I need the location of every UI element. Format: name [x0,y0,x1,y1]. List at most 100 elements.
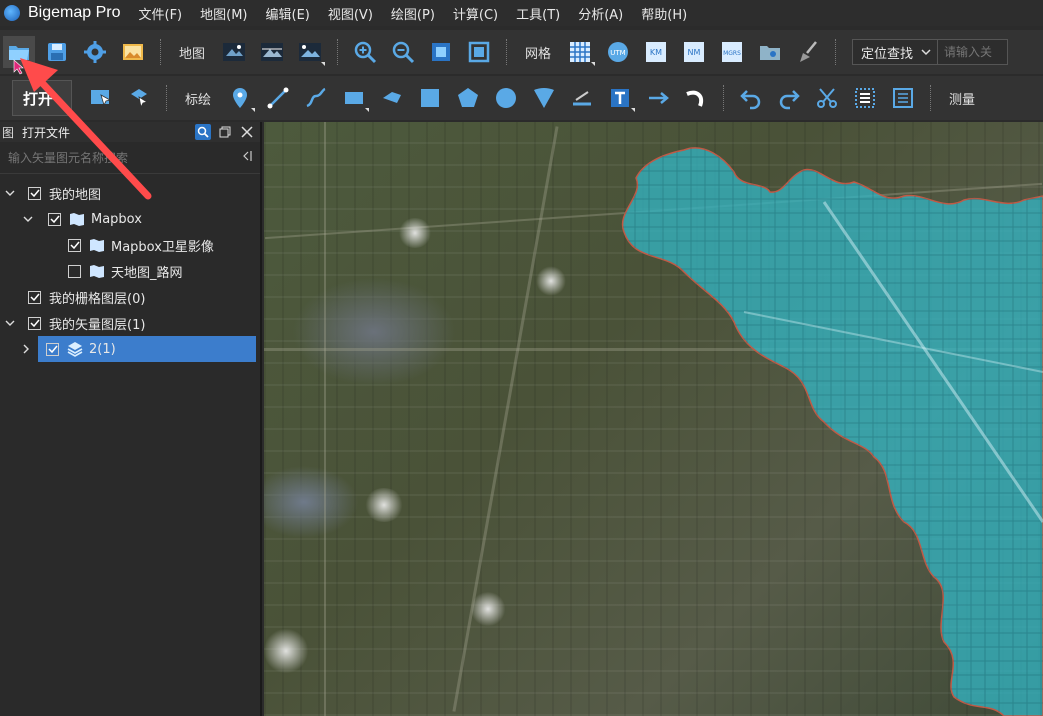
map-source-button[interactable] [294,36,326,68]
draw-arrow-button[interactable] [642,82,674,114]
title-bar: Bigemap Pro 文件(F) 地图(M) 编辑(E) 视图(V) 绘图(P… [0,0,1043,26]
image-button[interactable] [117,36,149,68]
utm-grid-button[interactable]: UTM [602,36,634,68]
select-feature-button[interactable] [85,82,117,114]
edit-feature-button[interactable] [123,82,155,114]
layer-tree: 我的地图 Mapbox Mapbox卫星影像 天地图_路网 我的栅格图层(0) … [0,174,260,362]
checkbox-mapbox[interactable] [48,212,61,226]
cut-button[interactable] [811,82,843,114]
locate-search-input[interactable] [937,40,1008,64]
menu-analysis[interactable]: 分析(A) [578,4,623,23]
menu-tools[interactable]: 工具(T) [516,4,560,23]
layer-search-input[interactable] [0,144,240,171]
grid-button[interactable] [564,36,596,68]
tree-node-tianditu-roads[interactable]: 天地图_路网 [0,258,260,284]
locate-mode-label: 定位查找 [861,46,914,62]
menu-view[interactable]: 视图(V) [328,4,373,23]
panel-close-button[interactable] [238,123,256,141]
vector-polygon-overlay[interactable] [264,122,1043,716]
tree-node-vector-layers[interactable]: 我的矢量图层(1) [0,310,260,336]
draw-text-button[interactable] [604,82,636,114]
square-icon [421,89,440,107]
tree-node-my-map[interactable]: 我的地图 [0,180,260,206]
map-canvas[interactable] [264,122,1043,716]
checkbox-my-map[interactable] [28,186,41,200]
tree-node-layer-2[interactable]: 2(1) [38,336,256,362]
collapse-left-icon[interactable] [240,150,260,165]
tree-label: 天地图_路网 [111,265,183,281]
app-title: Bigemap Pro [28,4,121,21]
chevron-down-icon[interactable] [4,317,16,329]
hybrid-map-button[interactable] [256,36,288,68]
locate-mode-dropdown[interactable]: 定位查找 [853,43,937,62]
menu-edit[interactable]: 编辑(E) [266,4,310,23]
draw-curve-button[interactable] [300,82,332,114]
menu-file[interactable]: 文件(F) [139,4,183,23]
list-view-button[interactable] [849,82,881,114]
zoom-in-icon [354,41,377,64]
curved-arrow-icon [686,90,704,107]
check-icon [29,293,40,302]
checkbox-raster-layers[interactable] [28,290,41,304]
chevron-down-icon[interactable] [4,187,16,199]
draw-point-button[interactable] [224,82,256,114]
zoom-in-button[interactable] [349,36,381,68]
menu-draw[interactable]: 绘图(P) [391,4,435,23]
draw-line-button[interactable] [262,82,294,114]
chevron-down-icon[interactable] [22,213,34,225]
draw-sector-button[interactable] [528,82,560,114]
menu-help[interactable]: 帮助(H) [641,4,687,23]
draw-curved-arrow-button[interactable] [680,82,712,114]
map-pin-icon [233,88,248,108]
tree-node-mapbox[interactable]: Mapbox [0,206,260,232]
toolbar-separator [337,39,339,65]
settings-button[interactable] [79,36,111,68]
draw-square-button[interactable] [414,82,446,114]
checkbox-vector-layers[interactable] [28,316,41,330]
map-folder-button[interactable] [754,36,786,68]
check-icon [49,215,60,224]
redo-button[interactable] [773,82,805,114]
panel-float-button[interactable] [216,123,234,141]
menu-map[interactable]: 地图(M) [200,4,247,23]
attribute-table-button[interactable] [887,82,919,114]
main-toolbar: 地图 网格 UTM KM NM MGRS 定位查找 请输入关 [0,30,1043,74]
checkbox-mapbox-satellite[interactable] [68,238,81,252]
checkbox-tianditu-roads[interactable] [68,264,81,278]
zoom-extent-button[interactable] [425,36,457,68]
curve-icon [306,87,326,108]
panel-search-button[interactable] [194,123,212,141]
fullscreen-button[interactable] [463,36,495,68]
draw-pentagon-button[interactable] [452,82,484,114]
draw-measure-line-button[interactable] [566,82,598,114]
zoom-out-button[interactable] [387,36,419,68]
grid-label: 网格 [525,46,552,62]
measure-label[interactable]: 测量 [949,89,975,108]
draw-circle-button[interactable] [490,82,522,114]
map-layer-icon [89,237,105,253]
panel-header: 图 打开文件 [0,122,260,142]
draw-toolbar: 标绘 测量 [0,76,1043,120]
draw-rectangle-button[interactable] [338,82,370,114]
dropdown-arrow-icon [321,62,326,66]
panel-tab-stub[interactable]: 图 [0,124,18,141]
menu-calc[interactable]: 计算(C) [453,4,498,23]
svg-text:UTM: UTM [610,49,625,57]
zoom-out-icon [392,41,415,64]
svg-text:NM: NM [688,48,701,57]
save-button[interactable] [41,36,73,68]
km-grid-button[interactable]: KM [640,36,672,68]
draw-polygon-button[interactable] [376,82,408,114]
satellite-map-button[interactable] [218,36,250,68]
toolbar-separator [930,85,932,111]
clear-button[interactable] [792,36,824,68]
chevron-right-icon[interactable] [20,343,32,355]
mgrs-grid-button[interactable]: MGRS [716,36,748,68]
open-file-button[interactable] [3,36,35,68]
list-icon [855,88,876,108]
undo-button[interactable] [735,82,767,114]
tree-node-raster-layers[interactable]: 我的栅格图层(0) [0,284,260,310]
checkbox-layer-2[interactable] [46,342,59,356]
tree-node-mapbox-satellite[interactable]: Mapbox卫星影像 [0,232,260,258]
nm-grid-button[interactable]: NM [678,36,710,68]
